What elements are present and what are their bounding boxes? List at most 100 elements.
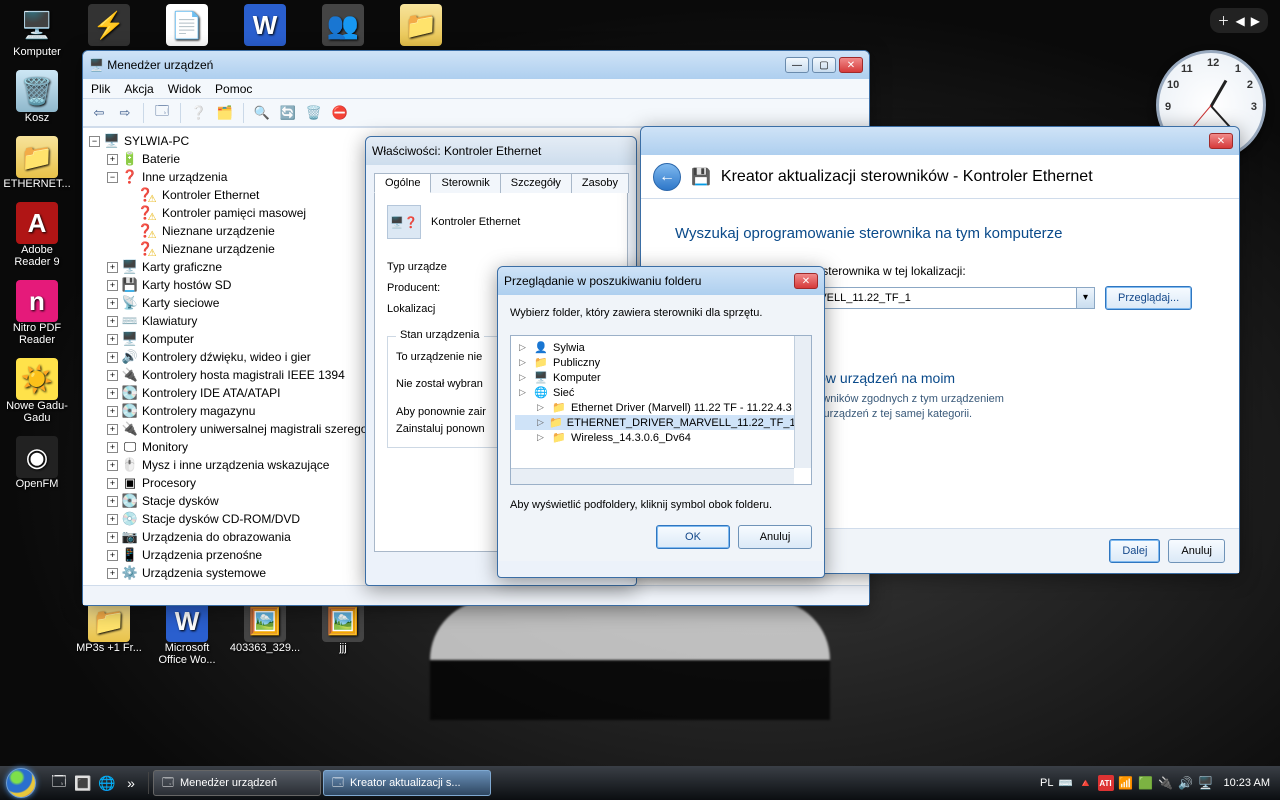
disable-icon[interactable]: ⛔ (330, 103, 350, 123)
expand-icon[interactable]: ▷ (519, 342, 529, 353)
expand-icon[interactable]: ▷ (537, 432, 547, 443)
tray-icon[interactable]: 🔌 (1158, 775, 1174, 791)
desktop-icon[interactable]: 📄 (154, 4, 220, 46)
tray-ati-icon[interactable]: ATI (1098, 775, 1114, 791)
folder-tree-item[interactable]: ▷📁Wireless_14.3.0.6_Dv64 (515, 430, 807, 445)
language-indicator[interactable]: PL (1040, 777, 1053, 789)
expand-toggle[interactable]: + (107, 334, 118, 345)
desktop-icon[interactable]: 📁 (388, 4, 454, 46)
menu-item[interactable]: Widok (168, 82, 201, 96)
expand-toggle[interactable]: + (107, 550, 118, 561)
expand-toggle[interactable]: + (107, 298, 118, 309)
expand-toggle[interactable]: + (107, 154, 118, 165)
desktop-icon[interactable]: 📁MP3s +1 Fr... (76, 600, 142, 666)
nav-back-icon[interactable]: ⇦ (89, 103, 109, 123)
expand-icon[interactable]: ▷ (537, 402, 547, 413)
expand-icon[interactable]: ▷ (519, 357, 529, 368)
folder-tree-item[interactable]: ▷👤Sylwia (515, 340, 807, 355)
vertical-scrollbar[interactable] (794, 336, 811, 468)
view-icon[interactable]: 🗔 (152, 103, 172, 123)
horizontal-scrollbar[interactable] (511, 468, 794, 484)
scan-icon[interactable]: 🔍 (252, 103, 272, 123)
plus-icon[interactable]: ＋ (1218, 12, 1230, 29)
desktop-icon[interactable]: ☀️Nowe Gadu-Gadu (4, 358, 70, 424)
browse-button[interactable]: Przeglądaj... (1105, 286, 1192, 310)
expand-toggle[interactable]: + (107, 478, 118, 489)
expand-toggle[interactable]: + (107, 460, 118, 471)
tab[interactable]: Szczegóły (500, 173, 572, 193)
folder-tree-item[interactable]: ▷📁ETHERNET_DRIVER_MARVELL_11.22_TF_11.. (515, 415, 807, 430)
close-button[interactable]: ✕ (794, 273, 818, 289)
cancel-button[interactable]: Anuluj (1168, 539, 1225, 563)
folder-tree-item[interactable]: ▷🖥️Komputer (515, 370, 807, 385)
expand-toggle[interactable]: − (89, 136, 100, 147)
expand-toggle[interactable]: + (107, 388, 118, 399)
tray-volume-icon[interactable]: 🔊 (1178, 775, 1194, 791)
desktop-icon[interactable]: W (232, 4, 298, 46)
nav-fwd-icon[interactable]: ⇨ (115, 103, 135, 123)
tab[interactable]: Sterownik (430, 173, 500, 193)
expand-icon[interactable]: ▷ (519, 372, 529, 383)
desktop-icon[interactable]: 🖼️403363_329... (232, 600, 298, 666)
prev-icon[interactable]: ◀ (1236, 14, 1245, 28)
expand-toggle[interactable]: + (107, 442, 118, 453)
clock-text[interactable]: 10:23 AM (1224, 777, 1270, 789)
expand-toggle[interactable]: + (107, 316, 118, 327)
tray-icon[interactable]: 🔺 (1078, 775, 1094, 791)
folder-tree-item[interactable]: ▷📁Publiczny (515, 355, 807, 370)
expand-toggle[interactable]: + (107, 406, 118, 417)
update-icon[interactable]: 🔄 (278, 103, 298, 123)
menu-item[interactable]: Plik (91, 82, 110, 96)
help-icon[interactable]: ❔ (189, 103, 209, 123)
tray-icon[interactable]: 📶 (1118, 775, 1134, 791)
desktop-icon[interactable]: ◉OpenFM (4, 436, 70, 490)
back-button[interactable]: ← (653, 163, 681, 191)
expand-toggle[interactable]: + (107, 280, 118, 291)
tab[interactable]: Ogólne (374, 173, 431, 193)
desktop-icon[interactable]: 🖥️Komputer (4, 4, 70, 58)
desktop-icon[interactable]: 🗑️Kosz (4, 70, 70, 124)
desktop-icon[interactable]: AAdobe Reader 9 (4, 202, 70, 268)
expand-toggle[interactable]: + (107, 424, 118, 435)
desktop-icon[interactable]: 📁ETHERNET... (4, 136, 70, 190)
desktop-icon[interactable]: 👥 (310, 4, 376, 46)
expand-toggle[interactable]: + (107, 370, 118, 381)
tray-icon[interactable]: 🟩 (1138, 775, 1154, 791)
tab[interactable]: Zasoby (571, 173, 629, 193)
close-button[interactable]: ✕ (1209, 133, 1233, 149)
quicklaunch-more-icon[interactable]: » (120, 772, 142, 794)
start-button[interactable] (0, 766, 42, 800)
expand-toggle[interactable]: − (107, 172, 118, 183)
next-button[interactable]: Dalej (1109, 539, 1160, 563)
tray-icon[interactable]: 🖥️ (1198, 775, 1214, 791)
desktop-icon[interactable]: ⚡ (76, 4, 142, 46)
expand-toggle[interactable]: + (107, 532, 118, 543)
close-button[interactable]: ✕ (839, 57, 863, 73)
taskbar-button[interactable]: 🗔Menedżer urządzeń (153, 770, 321, 796)
expand-icon[interactable]: ▷ (537, 417, 545, 428)
dropdown-icon[interactable]: ▾ (1077, 287, 1095, 309)
show-desktop-icon[interactable]: 🗔 (48, 772, 70, 794)
expand-toggle[interactable]: + (107, 496, 118, 507)
folder-tree-item[interactable]: ▷🌐Sieć (515, 385, 807, 400)
expand-toggle[interactable]: + (107, 352, 118, 363)
uninstall-icon[interactable]: 🗑️ (304, 103, 324, 123)
minimize-button[interactable]: — (785, 57, 809, 73)
desktop-icon[interactable]: WMicrosoft Office Wo... (154, 600, 220, 666)
expand-toggle[interactable]: + (107, 262, 118, 273)
volume-gadget[interactable]: ＋ ◀ ▶ (1210, 8, 1268, 33)
maximize-button[interactable]: ▢ (812, 57, 836, 73)
desktop-icon[interactable]: nNitro PDF Reader (4, 280, 70, 346)
expand-toggle[interactable]: + (107, 568, 118, 579)
switch-windows-icon[interactable]: 🔳 (72, 772, 94, 794)
properties-icon[interactable]: 🗂️ (215, 103, 235, 123)
menu-item[interactable]: Akcja (124, 82, 153, 96)
ok-button[interactable]: OK (656, 525, 730, 549)
desktop-icon[interactable]: 🖼️jjj (310, 600, 376, 666)
expand-icon[interactable]: ▷ (519, 387, 529, 398)
next-icon[interactable]: ▶ (1251, 14, 1260, 28)
expand-toggle[interactable]: + (107, 514, 118, 525)
quicklaunch-icon[interactable]: 🌐 (96, 772, 118, 794)
folder-tree-item[interactable]: ▷📁Ethernet Driver (Marvell) 11.22 TF - 1… (515, 400, 807, 415)
taskbar-button[interactable]: 🗔Kreator aktualizacji s... (323, 770, 491, 796)
